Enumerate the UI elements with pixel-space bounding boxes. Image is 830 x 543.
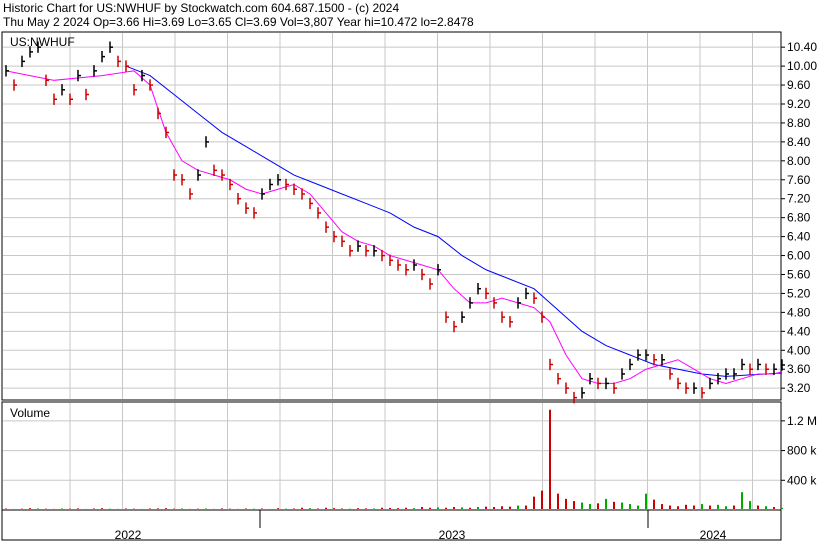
price-tick-label: 3.20 xyxy=(787,381,811,395)
price-chart-title: US:NWHUF xyxy=(10,35,75,49)
price-tick-label: 6.00 xyxy=(787,249,811,263)
price-tick-label: 7.20 xyxy=(787,192,811,206)
price-tick-label: 9.20 xyxy=(787,97,811,111)
year-label: 2023 xyxy=(439,528,466,542)
price-tick-label: 6.80 xyxy=(787,211,811,225)
year-label: 2024 xyxy=(700,528,727,542)
price-tick-label: 4.80 xyxy=(787,305,811,319)
price-tick-label: 5.20 xyxy=(787,286,811,300)
price-tick-label: 3.60 xyxy=(787,362,811,376)
price-tick-label: 8.00 xyxy=(787,154,811,168)
volume-chart-title: Volume xyxy=(10,406,50,420)
price-tick-label: 5.60 xyxy=(787,267,811,281)
volume-panel xyxy=(1,401,782,511)
price-tick-label: 7.60 xyxy=(787,173,811,187)
price-tick-label: 4.40 xyxy=(787,324,811,338)
price-tick-label: 10.40 xyxy=(787,40,817,54)
stock-chart: 10.40 10.00 9.60 9.20 8.80 8.40 8.00 7.60 7.20 6.… xyxy=(1,31,817,542)
volume-tick-label: 400 k xyxy=(787,473,817,487)
price-tick-label: 6.40 xyxy=(787,230,811,244)
price-tick-label: 8.80 xyxy=(787,116,811,130)
volume-tick-label: 800 k xyxy=(787,444,817,458)
year-label: 2022 xyxy=(115,528,142,542)
price-tick-label: 4.00 xyxy=(787,343,811,357)
price-panel xyxy=(1,31,782,401)
price-tick-label: 10.00 xyxy=(787,59,817,73)
volume-tick-label: 1.2 M xyxy=(787,414,817,428)
price-tick-label: 9.60 xyxy=(787,78,811,92)
price-tick-label: 8.40 xyxy=(787,135,811,149)
